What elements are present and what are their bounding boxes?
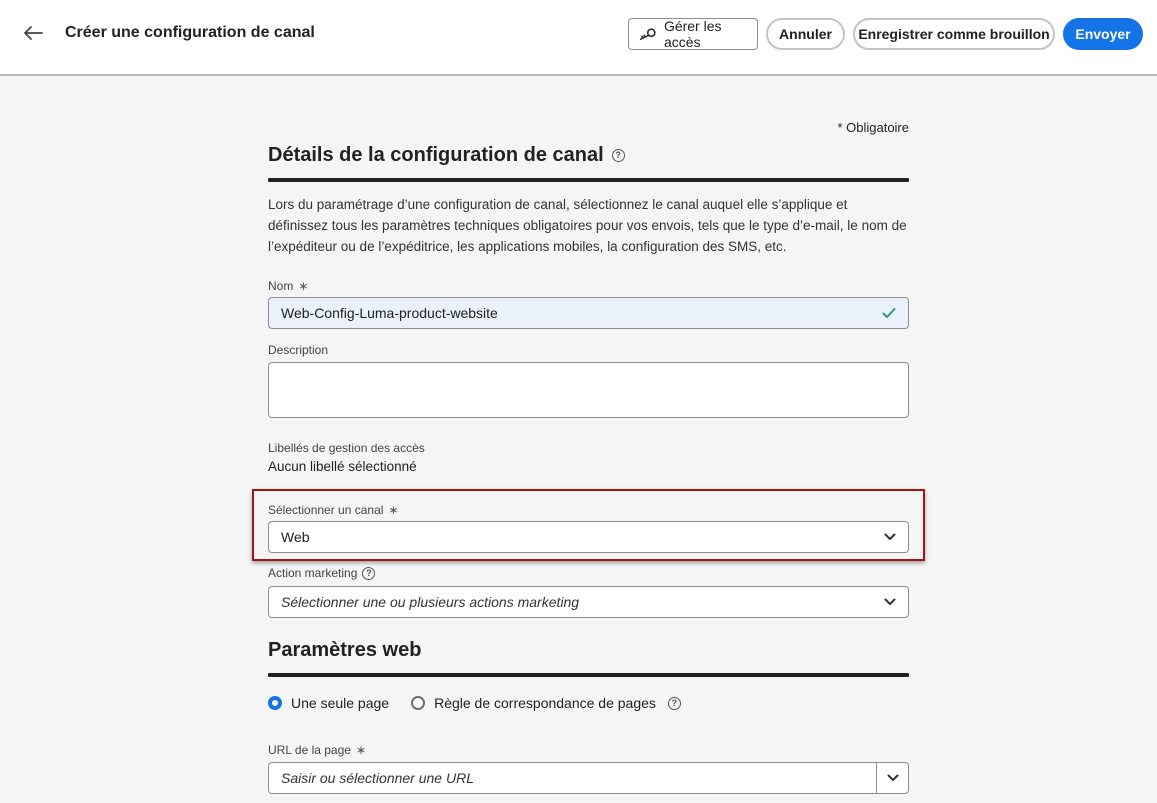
channel-label-text: Sélectionner un canal (268, 503, 384, 517)
chevron-down-icon (884, 598, 896, 605)
save-draft-button[interactable]: Enregistrer comme brouillon (853, 18, 1055, 50)
help-icon[interactable]: ? (667, 696, 681, 710)
manage-access-label: Gérer les accès (663, 18, 722, 50)
required-note: * Obligatoire (837, 120, 909, 135)
help-icon[interactable]: ? (362, 566, 376, 580)
description-label-text: Description (268, 343, 329, 357)
help-icon[interactable]: ? (611, 149, 625, 162)
url-combobox: Saisir ou sélectionner une URL (268, 762, 909, 794)
marketing-label: Action marketing ? (268, 566, 376, 580)
channel-label: Sélectionner un canal ∗ (268, 503, 398, 517)
back-button[interactable] (20, 20, 46, 46)
access-labels-label: Libellés de gestion des accès (268, 441, 425, 455)
radio-single-page[interactable]: Une seule page (268, 695, 389, 711)
intro-text: Lors du paramétrage d’une configuration … (268, 197, 907, 254)
access-labels-label-text: Libellés de gestion des accès (268, 441, 425, 455)
page-title: Créer une configuration de canal (65, 24, 315, 41)
name-label-text: Nom (268, 279, 294, 293)
marketing-select[interactable]: Sélectionner une ou plusieurs actions ma… (268, 586, 909, 618)
web-section-title: Paramètres web (268, 639, 421, 662)
web-title-text: Paramètres web (268, 639, 422, 661)
section-divider (268, 673, 909, 677)
name-field[interactable]: Web-Config-Luma-product-website (268, 297, 909, 329)
radio-rule-label: Règle de correspondance de pages (434, 695, 656, 711)
cancel-button[interactable]: Annuler (766, 18, 845, 50)
chevron-down-icon (887, 774, 898, 781)
radio-page-rule[interactable]: Règle de correspondance de pages (411, 695, 656, 711)
details-section-title: Détails de la configuration de canal ? (268, 144, 625, 167)
marketing-placeholder: Sélectionner une ou plusieurs actions ma… (281, 594, 580, 610)
url-label-text: URL de la page (268, 743, 351, 757)
app-header: Créer une configuration de canal Gérer l… (0, 0, 1157, 76)
marketing-label-text: Action marketing (268, 566, 358, 580)
key-icon (639, 28, 656, 40)
channel-value: Web (281, 529, 310, 545)
checkmark-icon (882, 308, 896, 318)
name-label: Nom ∗ (268, 279, 308, 293)
required-star: ∗ (388, 503, 399, 517)
required-star: ∗ (355, 743, 367, 757)
description-label: Description (268, 343, 328, 357)
section-divider (268, 178, 909, 182)
send-button[interactable]: Envoyer (1063, 18, 1143, 50)
radio-single-label: Une seule page (291, 695, 390, 711)
details-title-text: Détails de la configuration de canal (268, 144, 604, 166)
url-dropdown-button[interactable] (876, 763, 908, 793)
channel-select[interactable]: Web (268, 521, 909, 553)
description-textarea[interactable] (268, 362, 909, 418)
radio-checked-icon (268, 696, 282, 710)
arrow-left-icon (24, 26, 43, 40)
radio-unchecked-icon (411, 696, 426, 710)
manage-access-button[interactable]: Gérer les accès (628, 18, 758, 50)
url-input[interactable]: Saisir ou sélectionner une URL (269, 770, 876, 786)
page-mode-radio-group: Une seule page Règle de correspondance d… (268, 695, 681, 711)
name-value: Web-Config-Luma-product-website (281, 305, 498, 321)
url-label: URL de la page ∗ (268, 743, 366, 757)
required-star: ∗ (298, 279, 309, 293)
chevron-down-icon (884, 533, 896, 540)
access-labels-value: Aucun libellé sélectionné (268, 459, 417, 474)
